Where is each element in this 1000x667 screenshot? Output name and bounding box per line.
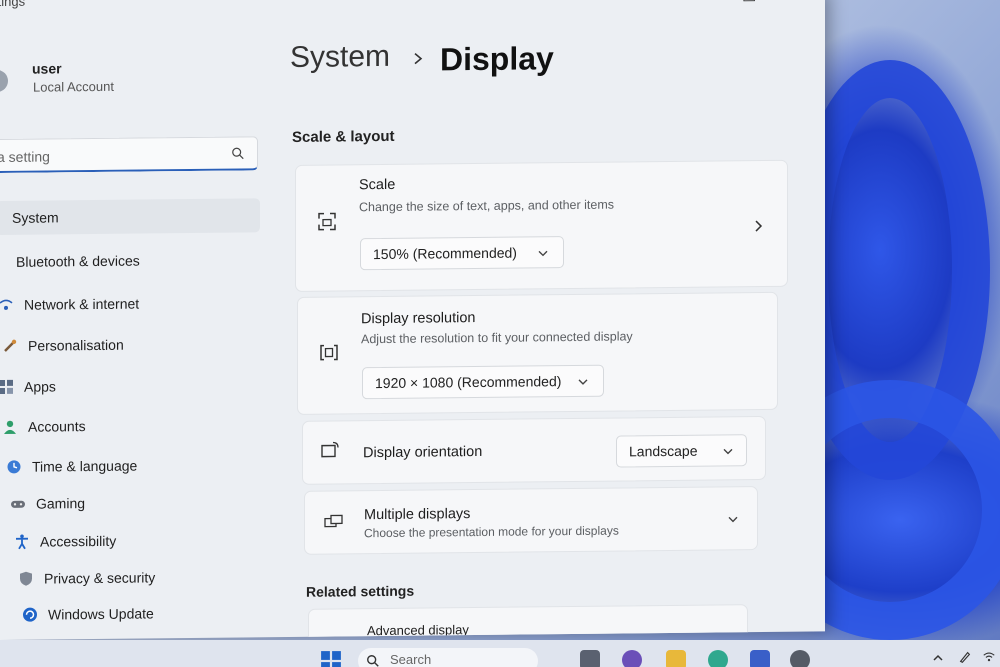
scale-subtitle: Change the size of text, apps, and other… (359, 197, 615, 215)
search-input[interactable]: a setting (0, 148, 50, 165)
update-icon (23, 607, 37, 622)
pen-icon[interactable] (958, 650, 972, 664)
chevron-right-icon[interactable] (752, 220, 764, 232)
multiple-displays-subtitle: Choose the presentation mode for your di… (364, 523, 619, 541)
resolution-title: Display resolution (361, 310, 476, 328)
chevron-down-icon[interactable] (727, 513, 739, 525)
sidebar-item-label: Accounts (28, 418, 86, 435)
sidebar-item-label: Privacy & security (44, 569, 156, 587)
orientation-dropdown[interactable]: Landscape (616, 434, 747, 468)
sidebar-item-label: Network & internet (24, 295, 140, 313)
multiple-displays-title: Multiple displays (364, 506, 471, 524)
chevron-down-icon (538, 250, 548, 257)
sidebar-item-label: Accessibility (40, 532, 117, 550)
resolution-icon (320, 344, 338, 361)
scale-value: 150% (Recommended) (373, 244, 517, 263)
close-button[interactable]: ✕ (792, 0, 805, 6)
chevron-up-icon[interactable] (932, 652, 944, 664)
sidebar-item-accounts[interactable]: Accounts (2, 409, 86, 444)
sidebar-item-label: Bluetooth & devices (16, 252, 140, 270)
scale-card[interactable]: Scale Change the size of text, apps, and… (295, 159, 788, 292)
search-icon[interactable] (231, 146, 245, 160)
browser-icon[interactable] (708, 650, 728, 667)
chevron-right-icon (414, 53, 423, 65)
scale-dropdown[interactable]: 150% (Recommended) (360, 236, 564, 271)
network-icon (0, 299, 13, 310)
store-icon[interactable] (750, 650, 770, 667)
display-resolution-card: Display resolution Adjust the resolution… (297, 291, 778, 415)
taskbar-search[interactable]: Search (358, 648, 538, 667)
sidebar-item-label: Gaming (36, 495, 86, 512)
scale-icon (318, 212, 336, 231)
orientation-title: Display orientation (363, 443, 483, 462)
scale-title: Scale (359, 176, 396, 194)
wifi-icon[interactable] (982, 650, 996, 664)
user-account-type: Local Account (33, 78, 114, 95)
controller-icon (11, 500, 25, 508)
maximize-button[interactable]: ☐ (742, 0, 756, 6)
sidebar-item-personalisation[interactable]: Personalisation (2, 328, 124, 363)
accessibility-icon (16, 534, 28, 550)
orientation-icon (321, 441, 339, 458)
section-title-scale-layout: Scale & layout (292, 127, 395, 146)
folder-icon[interactable] (666, 650, 686, 667)
sidebar-item-system[interactable]: System (0, 198, 260, 236)
sidebar-item-label: Apps (24, 378, 56, 395)
windows-start-icon[interactable] (320, 650, 342, 667)
sidebar-item-time-language[interactable]: Time & language (6, 449, 137, 484)
settings-window: ttings ☐ ✕ user Local Account a setting … (0, 0, 825, 641)
sidebar-item-network[interactable]: Network & internet (0, 287, 139, 322)
sidebar-item-label: Personalisation (28, 336, 124, 354)
brush-icon (4, 339, 17, 352)
settings-search-box[interactable]: a setting (0, 136, 258, 174)
apps-icon (0, 379, 13, 395)
multiple-displays-card[interactable]: Multiple displays Choose the presentatio… (304, 486, 758, 555)
sidebar-item-accessibility[interactable]: Accessibility (14, 524, 116, 559)
chevron-down-icon (578, 379, 588, 385)
user-name: user (32, 60, 62, 77)
resolution-dropdown[interactable]: 1920 × 1080 (Recommended) (362, 364, 604, 400)
taskbar: Search (0, 640, 1000, 667)
display-orientation-card: Display orientation Landscape (302, 415, 766, 485)
resolution-subtitle: Adjust the resolution to fit your connec… (361, 329, 633, 347)
taskbar-app-icon[interactable] (622, 650, 642, 667)
gear-icon[interactable] (790, 650, 810, 667)
page-title: Display (440, 40, 554, 78)
sidebar-item-label: Time & language (32, 457, 138, 475)
resolution-value: 1920 × 1080 (Recommended) (375, 373, 562, 392)
window-title: ttings (0, 0, 26, 10)
sidebar-item-gaming[interactable]: Gaming (10, 486, 85, 521)
section-title-related-settings: Related settings (306, 582, 415, 600)
sidebar-item-apps[interactable]: Apps (0, 369, 56, 404)
sidebar-item-label: System (12, 209, 59, 226)
shield-icon (20, 571, 32, 586)
sidebar-item-bluetooth[interactable]: Bluetooth & devices (16, 244, 140, 279)
breadcrumb-system[interactable]: System (290, 40, 390, 75)
taskbar-search-input[interactable]: Search (390, 652, 431, 667)
orientation-value: Landscape (629, 442, 698, 460)
avatar[interactable] (0, 69, 8, 93)
sidebar-item-windows-update[interactable]: Windows Update (22, 596, 154, 631)
multiple-displays-icon (324, 514, 343, 528)
chevron-down-icon (723, 448, 733, 455)
sidebar-item-label: Windows Update (48, 605, 154, 623)
search-icon (367, 655, 379, 667)
sidebar-item-privacy-security[interactable]: Privacy & security (18, 560, 155, 595)
person-icon (4, 420, 16, 434)
globe-clock-icon (7, 460, 21, 474)
taskbar-app-icon[interactable] (580, 650, 600, 667)
